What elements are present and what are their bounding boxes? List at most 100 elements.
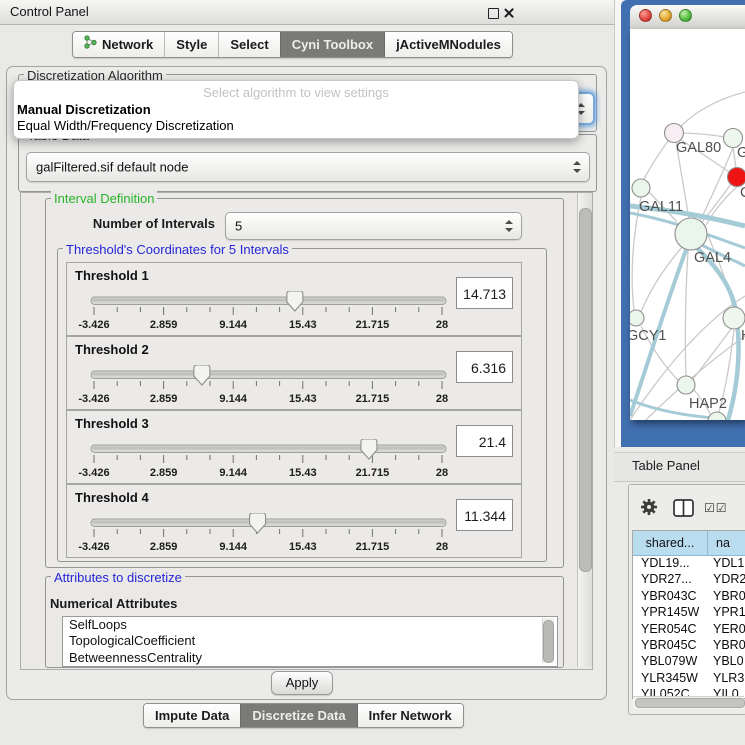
tab-label: Discretize Data [252,704,345,727]
cell-shared-name: YBR043C [633,589,708,605]
num-intervals-label: Number of Intervals [70,216,215,231]
table-row[interactable]: YBR045CYBR0 [633,638,745,654]
tab-network[interactable]: Network [73,32,164,57]
tab-label: Select [230,32,268,57]
threshold-slider[interactable]: -3.4262.8599.14415.4321.71528 [67,365,523,407]
threshold-panel: Threshold 3-3.4262.8599.14415.4321.71528… [66,410,522,484]
numerical-attributes-label: Numerical Attributes [50,596,177,611]
cell-name: YBL0 [708,654,744,670]
table-row[interactable]: YBL079WYBL0 [633,654,745,670]
tab-impute-data[interactable]: Impute Data [144,704,240,727]
num-intervals-combobox[interactable]: 5 [225,212,522,240]
svg-text:28: 28 [436,319,448,331]
svg-text:21.715: 21.715 [356,467,390,479]
column-header-shared-name[interactable]: shared... [633,531,708,556]
network-icon [84,32,97,57]
tab-label: jActiveMNodules [396,32,501,57]
table-row[interactable]: YLR345WYLR3 [633,671,745,687]
attributes-scrollbar-thumb[interactable] [543,620,554,663]
node-table[interactable]: shared... na YDL19...YDL1YDR27...YDR2YBR… [632,530,745,699]
svg-text:HAP2: HAP2 [689,396,727,412]
table-row[interactable]: YDR27...YDR2 [633,572,745,588]
column-header-name[interactable]: na [708,531,745,556]
table-row[interactable]: YBR043CYBR0 [633,589,745,605]
svg-text:GAL80: GAL80 [676,140,721,156]
algorithm-dropdown-popup: Select algorithm to view settings Manual… [13,80,579,139]
cell-shared-name: YER054C [633,622,708,638]
cell-shared-name: YBL079W [633,654,708,670]
threshold-slider[interactable]: -3.4262.8599.14415.4321.71528 [67,291,523,333]
svg-text:-3.426: -3.426 [78,319,109,331]
horizontal-scrollbar-thumb[interactable] [635,698,745,708]
tab-label: Cyni Toolbox [292,32,373,57]
table-row[interactable]: YER054CYER0 [633,622,745,638]
float-panel-icon[interactable] [488,8,499,19]
cell-shared-name: YLR345W [633,671,708,687]
attribute-item[interactable]: BetweennessCentrality [63,650,557,666]
combo-arrows-icon [505,220,513,232]
tab-select[interactable]: Select [218,32,279,57]
dropdown-option-manual[interactable]: Manual Discretization [17,102,151,117]
svg-text:2.859: 2.859 [150,467,178,479]
apply-button[interactable]: Apply [271,671,333,695]
thresholds-group-title: Threshold's Coordinates for 5 Intervals [63,242,292,257]
svg-text:9.144: 9.144 [219,467,247,479]
svg-text:-3.426: -3.426 [78,393,109,405]
attribute-item[interactable]: TopologicalCoefficient [63,633,557,649]
tab-jactivemnodules[interactable]: jActiveMNodules [384,32,512,57]
threshold-slider[interactable]: -3.4262.8599.14415.4321.71528 [67,439,523,481]
threshold-value-box[interactable]: 11.344 [456,499,513,531]
num-intervals-value: 5 [235,219,242,234]
cell-name: YDL1 [708,556,744,572]
svg-text:-3.426: -3.426 [78,541,109,553]
tab-infer-network[interactable]: Infer Network [357,704,463,727]
svg-text:15.43: 15.43 [289,541,317,553]
threshold-panel: Threshold 4-3.4262.8599.14415.4321.71528… [66,484,522,558]
attributes-list[interactable]: SelfLoopsTopologicalCoefficientBetweenne… [62,616,558,667]
table-data-value: galFiltered.sif default node [36,160,188,175]
cell-shared-name: YBR045C [633,638,708,654]
cell-name: YPR1 [708,605,745,621]
threshold-slider[interactable]: -3.4262.8599.14415.4321.71528 [67,513,523,555]
threshold-value-box[interactable]: 14.713 [456,277,513,309]
network-graph[interactable]: GAL80GCGAL11GAL4GCY1HHAP2 [630,29,745,420]
svg-text:28: 28 [436,393,448,405]
tab-style[interactable]: Style [164,32,218,57]
threshold-value-box[interactable]: 21.4 [456,425,513,457]
top-tab-bar: Network Style Select Cyni Toolbox jActiv… [72,31,513,58]
cell-shared-name: YPR145W [633,605,708,621]
table-row[interactable]: YDL19...YDL1 [633,556,745,572]
threshold-panel: Threshold 2-3.4262.8599.14415.4321.71528… [66,336,522,410]
cell-name: YBR0 [708,638,745,654]
tab-cyni-toolbox[interactable]: Cyni Toolbox [280,32,384,57]
table-data-combobox[interactable]: galFiltered.sif default node [26,152,590,182]
combo-arrows-icon [573,161,581,173]
tab-discretize-data[interactable]: Discretize Data [240,704,356,727]
tab-label: Network [102,32,153,57]
dropdown-hint: Select algorithm to view settings [14,85,578,100]
threshold-panels: Threshold 1-3.4262.8599.14415.4321.71528… [66,262,522,558]
gear-icon[interactable] [640,498,658,519]
control-panel-titlebar: Control Panel [0,0,614,25]
threshold-value-box[interactable]: 6.316 [456,351,513,383]
minimize-window-icon[interactable] [659,9,672,22]
tab-label: Impute Data [155,704,229,727]
close-icon[interactable] [503,7,515,19]
close-window-icon[interactable] [639,9,652,22]
split-columns-icon[interactable] [673,499,694,520]
control-panel: Control Panel Network Style Select Cyni … [0,0,614,745]
table-row[interactable]: YPR145WYPR1 [633,605,745,621]
svg-text:GAL11: GAL11 [639,199,683,215]
dropdown-option-equal-width[interactable]: Equal Width/Frequency Discretization [17,118,234,133]
cell-name: YDR2 [708,572,745,588]
cell-name: YBR0 [708,589,745,605]
svg-text:C: C [740,185,745,201]
interval-definition-title: Interval Definition [51,191,157,206]
svg-text:-3.426: -3.426 [78,467,109,479]
vertical-scrollbar-thumb[interactable] [579,208,592,572]
column-checkboxes-icon[interactable]: ☑☑ [704,501,728,515]
bottom-tab-bar: Impute Data Discretize Data Infer Networ… [143,703,464,728]
zoom-window-icon[interactable] [679,9,692,22]
svg-text:21.715: 21.715 [356,541,390,553]
attribute-item[interactable]: SelfLoops [63,617,557,633]
